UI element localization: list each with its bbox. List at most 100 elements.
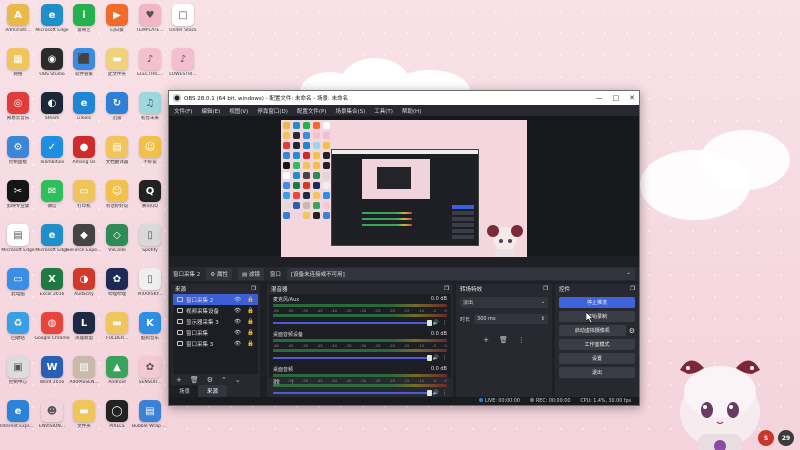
source-item[interactable]: 窗口采集 2 👁 🔒 <box>173 294 258 305</box>
menu-tools[interactable]: 工具(T) <box>374 107 393 115</box>
desktop-icon[interactable]: ◇ VSCode <box>99 224 135 253</box>
menu-scene-collection[interactable]: 场景集合(S) <box>335 107 365 115</box>
desktop-icon[interactable]: ✿ 哔哩哔哩 <box>99 268 135 297</box>
desktop-icon[interactable]: K 酷狗音乐 <box>132 312 168 341</box>
obs-preview[interactable] <box>169 116 639 257</box>
menu-profile[interactable]: 配置文件(P) <box>297 107 327 115</box>
lock-icon[interactable]: 🔒 <box>247 330 254 336</box>
studio-mode-button[interactable]: 工作室模式 <box>559 339 635 350</box>
remove-source-icon[interactable]: 🗑 <box>190 376 199 384</box>
gear-icon[interactable]: ⚙ <box>207 376 213 384</box>
desktop-icon[interactable]: ♥ TEMPLATE... <box>132 4 168 33</box>
menu-help[interactable]: 帮助(H) <box>402 107 421 115</box>
desktop-icon[interactable]: □ Under Stack <box>165 4 201 33</box>
desktop-icon[interactable]: ✉ 微信 <box>34 180 70 209</box>
dock-float-icon[interactable]: ❐ <box>444 286 449 292</box>
volume-slider[interactable] <box>273 355 432 361</box>
add-source-icon[interactable]: + <box>176 376 182 384</box>
lock-icon[interactable]: 🔒 <box>247 297 254 303</box>
desktop-icon[interactable]: ◆ GeForce Experience <box>66 224 102 253</box>
desktop-icon[interactable]: ▣ 控制中心 <box>0 356 36 385</box>
desktop-icon[interactable]: Q 腾讯QQ <box>132 180 168 209</box>
lock-icon[interactable]: 🔒 <box>247 308 254 314</box>
desktop-icon[interactable]: ✓ Teambition <box>34 136 70 165</box>
duration-input[interactable]: 300 ms ⇕ <box>474 314 548 324</box>
source-item[interactable]: 窗口采集 👁 🔒 <box>173 327 258 338</box>
lock-icon[interactable]: 🔒 <box>247 341 254 347</box>
source-item[interactable]: 窗口采集 3 👁 🔒 <box>173 338 258 349</box>
speaker-icon[interactable]: 🔊 <box>433 355 439 361</box>
desktop-icon[interactable]: ▬ 此文件夹 <box>99 48 135 77</box>
desktop-icon[interactable]: ↻ 迅雷 <box>99 92 135 121</box>
dock-float-icon[interactable]: ❐ <box>543 286 548 292</box>
eye-icon[interactable]: 👁 <box>234 319 241 325</box>
menu-docks[interactable]: 停靠窗口(D) <box>257 107 288 115</box>
transition-type-select[interactable]: 淡出 ⌄ <box>460 297 548 308</box>
desktop-icon[interactable]: ⚙ 控制面板 <box>0 136 36 165</box>
preview-canvas[interactable] <box>281 120 527 257</box>
desktop-icon[interactable]: ✂ 剪映专业版 <box>0 180 36 209</box>
desktop-icon[interactable]: ♪ ELECTRIC... <box>132 48 168 77</box>
desktop-icon[interactable]: e Microsoft Edge <box>34 224 70 253</box>
tab-sources[interactable]: 来源 <box>199 385 228 397</box>
desktop-icon[interactable]: e Microsoft Edge <box>34 4 70 33</box>
desktop-icon[interactable]: W Word 2016 <box>34 356 70 385</box>
eye-icon[interactable]: 👁 <box>234 308 241 314</box>
move-up-icon[interactable]: ⌃ <box>221 376 227 384</box>
maximize-button[interactable]: □ <box>613 94 620 102</box>
desktop-icon[interactable]: X Excel 2016 <box>34 268 70 297</box>
start-virtual-camera-button[interactable]: 启动虚拟摄像机 <box>559 325 626 336</box>
source-item[interactable]: 显示器采集 3 👁 🔒 <box>173 316 258 327</box>
desktop-icon[interactable]: e uTools <box>66 92 102 121</box>
desktop-icon[interactable]: i 爱奇艺 <box>66 4 102 33</box>
desktop-icon[interactable]: ▦ 网络 <box>0 48 36 77</box>
settings-button[interactable]: 设置 <box>559 353 635 364</box>
speaker-icon[interactable]: 🔊 <box>433 320 439 326</box>
remove-transition-icon[interactable]: 🗑 <box>499 336 508 344</box>
close-button[interactable]: ✕ <box>629 94 635 102</box>
desktop-icon[interactable]: ▯ PIXARSKY... <box>132 268 168 297</box>
desktop-icon[interactable]: ◑ Audacity <box>66 268 102 297</box>
input-method-icon[interactable]: S <box>758 430 774 446</box>
obs-titlebar[interactable]: OBS 28.0.1 (64 bit, windows) - 配置文件: 未命名… <box>169 91 639 105</box>
desktop-icon[interactable]: ♻ 回收站 <box>0 312 36 341</box>
desktop-icon[interactable]: L 英雄联盟 <box>66 312 102 341</box>
dock-float-icon[interactable]: ❐ <box>630 286 635 292</box>
volume-slider[interactable] <box>273 390 432 396</box>
desktop-icon[interactable]: ▤ 文档翻译器 <box>99 136 135 165</box>
desktop-icon[interactable]: ✿ SENSOR... <box>132 356 168 385</box>
desktop-icon[interactable]: e Internet Explorer <box>0 400 36 429</box>
desktop-icon[interactable]: ▬ FOLDER... <box>99 312 135 341</box>
desktop-icon[interactable]: ◯ PIXELS <box>99 400 135 429</box>
desktop-icon[interactable]: A Administr... <box>0 4 36 33</box>
window-select[interactable]: [设备未连接或不可用] ⌄ <box>286 268 635 280</box>
eye-icon[interactable]: 👁 <box>234 341 241 347</box>
minimize-button[interactable]: — <box>596 94 603 102</box>
desktop-icon[interactable]: ▤ Microsoft Edge <box>0 224 36 253</box>
desktop-icon[interactable]: ◉ OBS Studio <box>34 48 70 77</box>
add-transition-icon[interactable]: + <box>483 336 489 344</box>
more-icon[interactable]: ⋮ <box>442 355 447 361</box>
desktop-icon[interactable]: ▭ 此电脑 <box>0 268 36 297</box>
speaker-icon[interactable]: 🔊 <box>433 390 439 396</box>
desktop-icon[interactable]: ▭ 打印机 <box>66 180 102 209</box>
desktop-icon[interactable]: ♫ 初音未来 <box>132 92 168 121</box>
stop-streaming-button[interactable]: 停止推流 <box>559 297 635 308</box>
more-icon[interactable]: ⋮ <box>442 320 447 326</box>
desktop-icon[interactable]: ▧ AIRPASSEN... <box>66 356 102 385</box>
menu-edit[interactable]: 编辑(E) <box>201 107 220 115</box>
desktop-icon[interactable]: ▲ Android <box>99 356 135 385</box>
desktop-icon[interactable]: ▯ Spotify <box>132 224 168 253</box>
desktop-icon[interactable]: ◍ Google Chrome <box>34 312 70 341</box>
desktop-icon[interactable]: ◎ 网易云音乐 <box>0 92 36 121</box>
more-icon[interactable]: ⋮ <box>442 390 447 396</box>
desktop-icon[interactable]: ♪ LOWESTRI... <box>165 48 201 77</box>
desktop-icon[interactable]: ⬛ 软件管家 <box>66 48 102 77</box>
more-icon[interactable]: ⋮ <box>518 336 525 344</box>
menu-file[interactable]: 文件(F) <box>174 107 192 115</box>
source-item[interactable]: 视频采集设备 👁 🔒 <box>173 305 258 316</box>
lock-icon[interactable]: 🔒 <box>247 319 254 325</box>
desktop-icon[interactable]: ▶ 向日葵 <box>99 4 135 33</box>
desktop-icon[interactable]: ▬ 文件夹 <box>66 400 102 429</box>
desktop-icon[interactable]: ☻ ENVISION... <box>34 400 70 429</box>
